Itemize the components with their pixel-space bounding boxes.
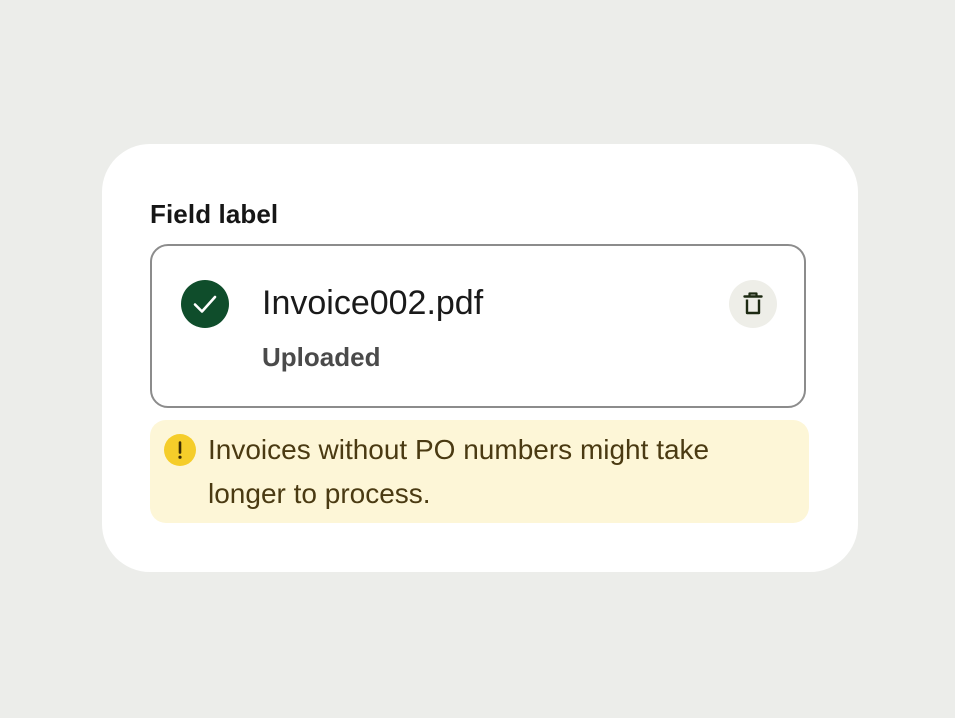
delete-file-button[interactable] — [729, 280, 777, 328]
upload-card: Field label Invoice002.pdf Uploaded Invo… — [102, 144, 858, 572]
file-name: Invoice002.pdf — [262, 284, 484, 322]
warning-message: Invoices without PO numbers might take l… — [208, 434, 710, 509]
uploaded-file-item: Invoice002.pdf Uploaded — [150, 244, 806, 408]
check-circle-icon — [181, 280, 229, 328]
file-status: Uploaded — [262, 342, 381, 372]
exclamation-icon — [164, 434, 196, 466]
trash-icon — [743, 292, 763, 315]
field-label: Field label — [150, 199, 279, 229]
warning-banner: Invoices without PO numbers might take l… — [150, 420, 809, 523]
